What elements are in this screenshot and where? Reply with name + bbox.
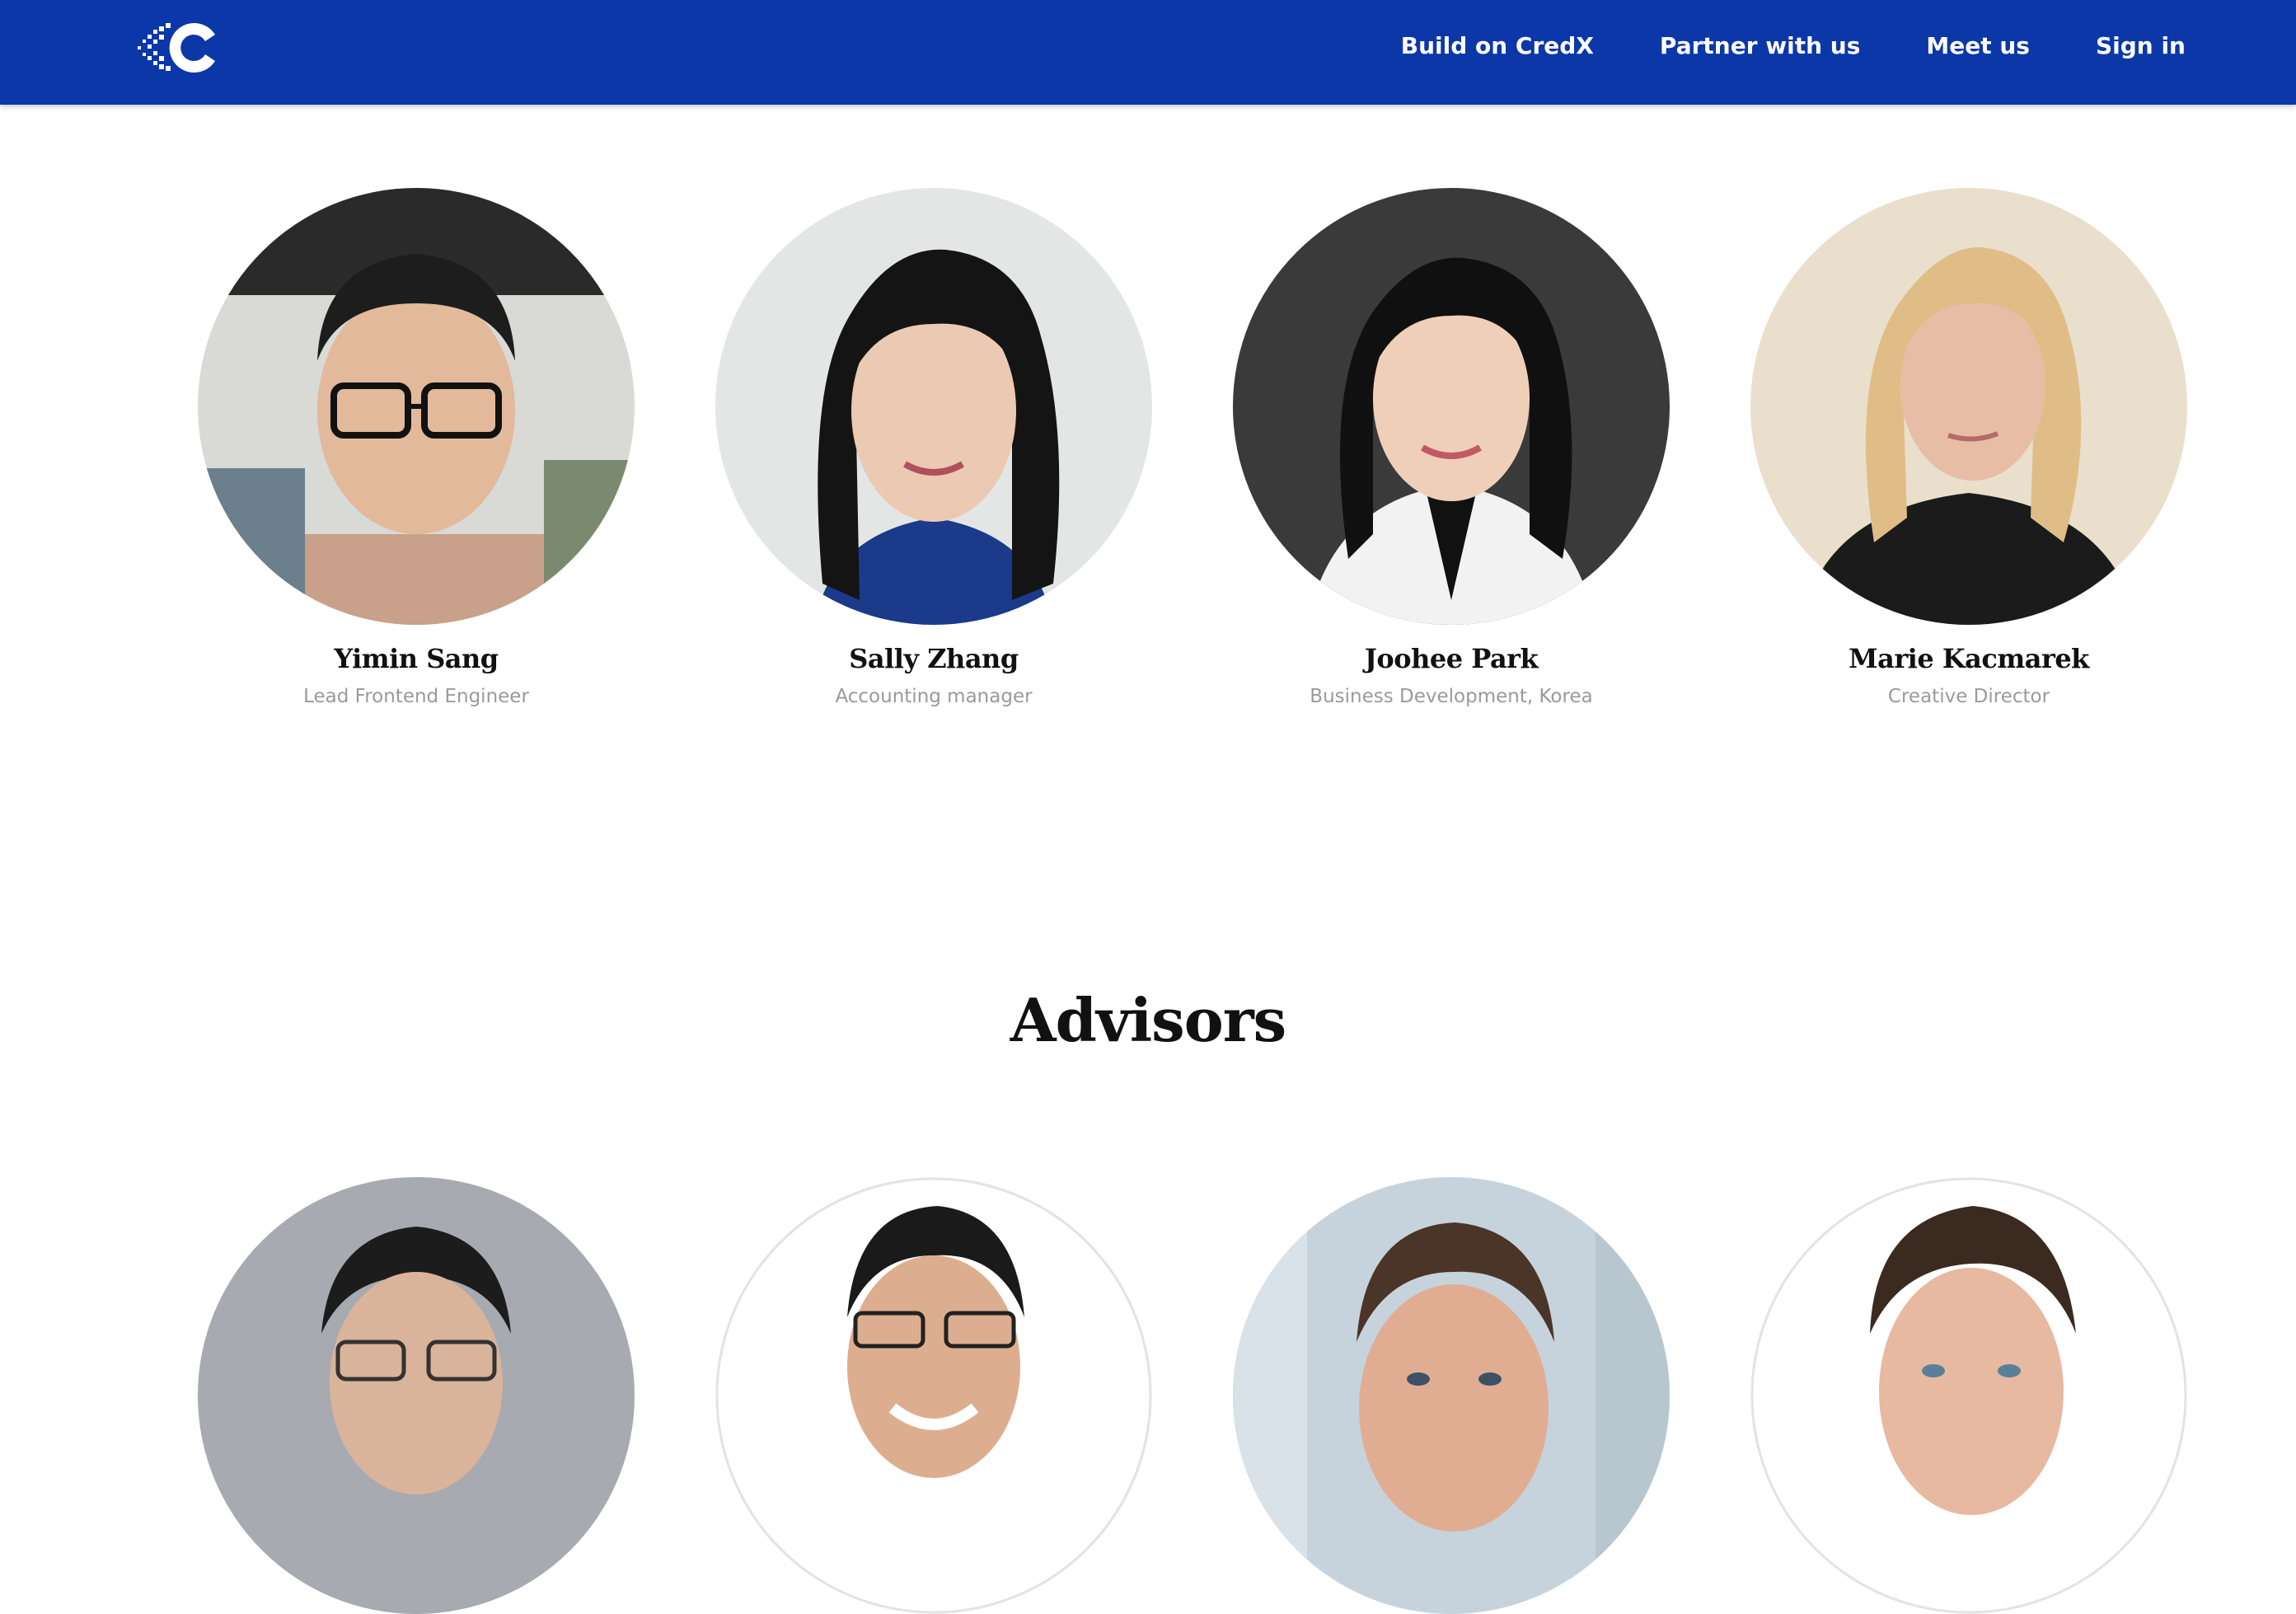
credx-logo-icon[interactable] [136, 15, 227, 81]
team-member-role: Business Development, Korea [1310, 686, 1593, 707]
nav-sign-in[interactable]: Sign in [2096, 32, 2186, 59]
advisor-card [169, 1177, 663, 1614]
advisor-card [1204, 1177, 1699, 1614]
team-member-card: Sally Zhang Accounting manager [686, 188, 1181, 707]
team-member-card: Marie Kacmarek Creative Director [1722, 188, 2216, 707]
nav-links: Build on CredX Partner with us Meet us S… [1401, 0, 2186, 91]
team-member-photo [1750, 188, 2187, 625]
team-member-name: Marie Kacmarek [1849, 643, 2089, 674]
advisor-photo [1750, 1177, 2187, 1614]
team-member-role: Accounting manager [835, 686, 1033, 707]
team-member-card: Joohee Park Business Development, Korea [1204, 188, 1699, 707]
team-member-name: Yimin Sang [334, 643, 499, 674]
advisor-card [686, 1177, 1181, 1614]
team-member-photo [1233, 188, 1670, 625]
team-member-photo [715, 188, 1152, 625]
advisor-card [1722, 1177, 2216, 1614]
nav-build-on-credx[interactable]: Build on CredX [1401, 32, 1594, 59]
advisor-photo [1233, 1177, 1670, 1614]
team-member-role: Lead Frontend Engineer [303, 686, 529, 707]
team-member-name: Joohee Park [1364, 643, 1539, 674]
nav-meet-us[interactable]: Meet us [1926, 32, 2030, 59]
advisor-photo [198, 1177, 635, 1614]
nav-partner-with-us[interactable]: Partner with us [1660, 32, 1860, 59]
team-member-role: Creative Director [1887, 686, 2050, 707]
advisor-photo [715, 1177, 1152, 1614]
team-member-name: Sally Zhang [849, 643, 1019, 674]
team-member-card: Yimin Sang Lead Frontend Engineer [169, 188, 663, 707]
advisors-heading: Advisors [1010, 985, 1286, 1055]
top-navbar: Build on CredX Partner with us Meet us S… [0, 0, 2296, 105]
team-member-photo [198, 188, 635, 625]
